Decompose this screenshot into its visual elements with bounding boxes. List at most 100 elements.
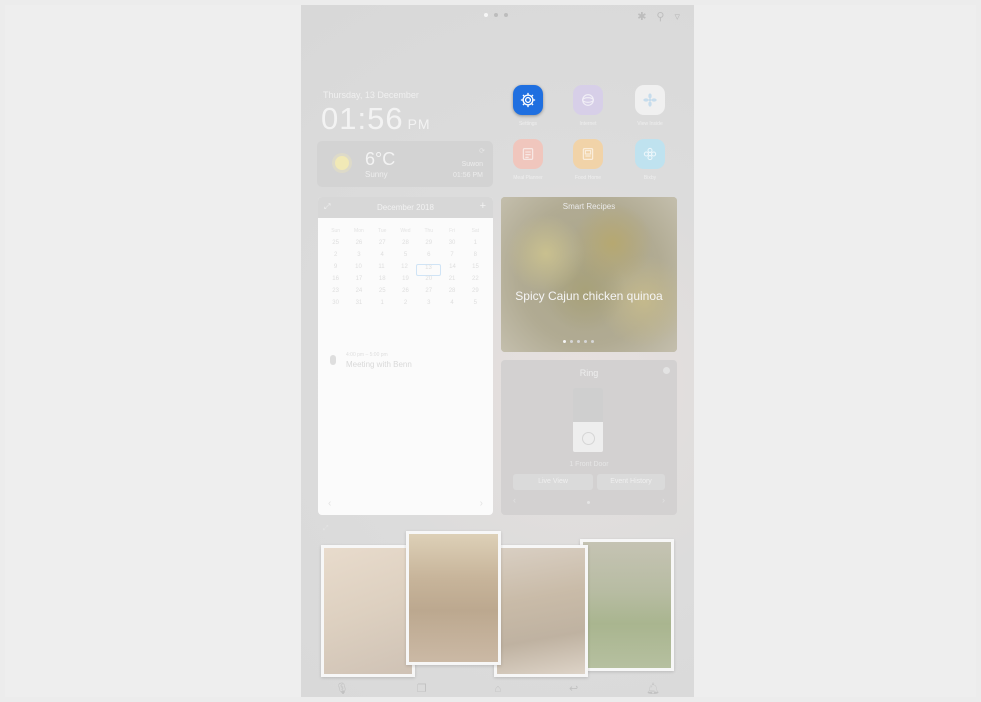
calendar-day[interactable]: 25 <box>371 288 394 300</box>
calendar-day[interactable]: 17 <box>347 276 370 288</box>
refresh-icon[interactable]: ⟳ <box>479 147 485 155</box>
view-inside-app[interactable]: View Inside <box>620 85 680 127</box>
calendar-day[interactable]: 8 <box>464 252 487 264</box>
weather-widget[interactable]: 6°C Sunny ⟳ Suwon 01:56 PM <box>317 141 493 187</box>
meal-planner-app[interactable]: Meal Planner <box>498 139 558 181</box>
calendar-day[interactable]: 24 <box>347 288 370 300</box>
photo-cat[interactable] <box>321 545 415 677</box>
calendar-day[interactable]: 7 <box>440 252 463 264</box>
calendar-day[interactable]: 30 <box>324 300 347 312</box>
recipe-page-indicator <box>563 340 594 343</box>
ring-widget[interactable]: Ring 1 Front Door Live View Event Histor… <box>501 360 677 515</box>
calendar-day[interactable]: 20 <box>417 276 440 288</box>
prev-month-icon[interactable]: ‹ <box>328 498 331 509</box>
calendar-day[interactable]: 22 <box>464 276 487 288</box>
calendar-day[interactable]: 28 <box>440 288 463 300</box>
ring-settings-icon[interactable] <box>663 367 670 374</box>
photo-family[interactable] <box>406 531 501 665</box>
calendar-day[interactable]: 3 <box>417 300 440 312</box>
clock-ampm: PM <box>407 116 431 132</box>
calendar-day[interactable]: 15 <box>464 264 487 276</box>
menu-icon <box>513 139 543 169</box>
calendar-day[interactable]: 28 <box>394 240 417 252</box>
calendar-day[interactable]: 18 <box>371 276 394 288</box>
page-indicator <box>484 13 508 17</box>
photo-garden[interactable] <box>580 539 674 671</box>
notifications-icon[interactable]: 🔔︎ <box>646 682 660 695</box>
next-month-icon[interactable]: › <box>480 498 483 509</box>
settings-app[interactable]: Settings <box>498 85 558 127</box>
back-icon[interactable]: ↩ <box>569 682 578 695</box>
calendar-day[interactable]: 26 <box>394 288 417 300</box>
calendar-week-row: 25 26 27 28 29 30 1 <box>324 240 487 252</box>
page-dot <box>504 13 508 17</box>
home-icon[interactable]: ⌂ <box>494 683 501 695</box>
calendar-day[interactable]: 3 <box>347 252 370 264</box>
calendar-day[interactable]: 25 <box>324 240 347 252</box>
calendar-day[interactable]: 29 <box>464 288 487 300</box>
clock-time[interactable]: 01:56 PM <box>321 101 431 137</box>
calendar-day[interactable]: 26 <box>347 240 370 252</box>
recipe-widget[interactable]: Smart Recipes Spicy Cajun chicken quinoa <box>501 197 677 352</box>
location-icon: ⚲ <box>656 11 665 23</box>
mic-icon[interactable]: 🎙︎ <box>335 682 349 695</box>
weekday-label: Sun <box>331 228 341 234</box>
calendar-day[interactable]: 9 <box>324 264 347 276</box>
calendar-day[interactable]: 10 <box>347 264 370 276</box>
calendar-day[interactable]: 2 <box>394 300 417 312</box>
calendar-day[interactable]: 29 <box>417 240 440 252</box>
next-icon[interactable]: › <box>662 495 665 505</box>
calendar-day[interactable]: 21 <box>440 276 463 288</box>
weather-updated: 01:56 PM <box>453 172 483 179</box>
calendar-day[interactable]: 4 <box>440 300 463 312</box>
calendar-day[interactable]: 14 <box>441 264 464 276</box>
navigation-bar: 🎙︎ ❐ ⌂ ↩ 🔔︎ <box>301 680 694 697</box>
photos-widget[interactable]: ⤢ <box>318 525 678 677</box>
clock-date: Thursday, 13 December <box>323 90 419 100</box>
calendar-day[interactable]: 1 <box>371 300 394 312</box>
fan-icon <box>635 85 665 115</box>
weekday-label: Tue <box>377 228 387 234</box>
calendar-weekdays: Sun Mon Tue Wed Thu Fri Sat <box>318 218 493 234</box>
calendar-day[interactable]: 27 <box>371 240 394 252</box>
calendar-day[interactable]: 5 <box>394 252 417 264</box>
recipe-dot <box>563 340 566 343</box>
calendar-day[interactable]: 13 <box>416 264 441 276</box>
calendar-day[interactable]: 12 <box>393 264 416 276</box>
board-icon <box>573 139 603 169</box>
calendar-day[interactable]: 5 <box>464 300 487 312</box>
internet-app[interactable]: Internet <box>558 85 618 127</box>
calendar-day[interactable]: 2 <box>324 252 347 264</box>
app-label: Settings <box>518 121 538 127</box>
bixby-app[interactable]: Bixby <box>620 139 680 181</box>
calendar-day[interactable]: 6 <box>417 252 440 264</box>
calendar-day[interactable]: 30 <box>440 240 463 252</box>
calendar-day[interactable]: 11 <box>370 264 393 276</box>
calendar-widget[interactable]: ⤢ December 2018 + Sun Mon Tue Wed Thu Fr… <box>318 197 493 515</box>
event-history-button[interactable]: Event History <box>597 474 665 490</box>
weekday-label: Wed <box>400 228 411 234</box>
app-label: Food Home <box>574 175 602 181</box>
food-home-app[interactable]: Food Home <box>558 139 618 181</box>
event-time: 4:00 pm – 5:00 pm <box>346 352 388 358</box>
weekday-label: Sat <box>471 228 480 234</box>
calendar-day[interactable]: 16 <box>324 276 347 288</box>
photo-dinner[interactable] <box>494 545 588 677</box>
prev-icon[interactable]: ‹ <box>513 495 516 505</box>
calendar-day[interactable]: 31 <box>347 300 370 312</box>
expand-icon[interactable]: ⤢ <box>323 525 329 533</box>
status-bar: ✱ ⚲ ▿ <box>301 5 694 27</box>
live-view-button[interactable]: Live View <box>513 474 593 490</box>
app-label: Bixby <box>643 175 657 181</box>
ring-device-name: 1 Front Door <box>569 461 609 468</box>
calendar-day[interactable]: 1 <box>464 240 487 252</box>
gear-icon <box>513 85 543 115</box>
page-dot <box>494 13 498 17</box>
calendar-week-row: 16 17 18 19 20 21 22 <box>324 276 487 288</box>
calendar-day[interactable]: 4 <box>371 252 394 264</box>
recent-apps-icon[interactable]: ❐ <box>417 682 427 695</box>
calendar-day[interactable]: 27 <box>417 288 440 300</box>
calendar-day[interactable]: 19 <box>394 276 417 288</box>
add-event-icon[interactable]: + <box>480 200 486 212</box>
calendar-day[interactable]: 23 <box>324 288 347 300</box>
